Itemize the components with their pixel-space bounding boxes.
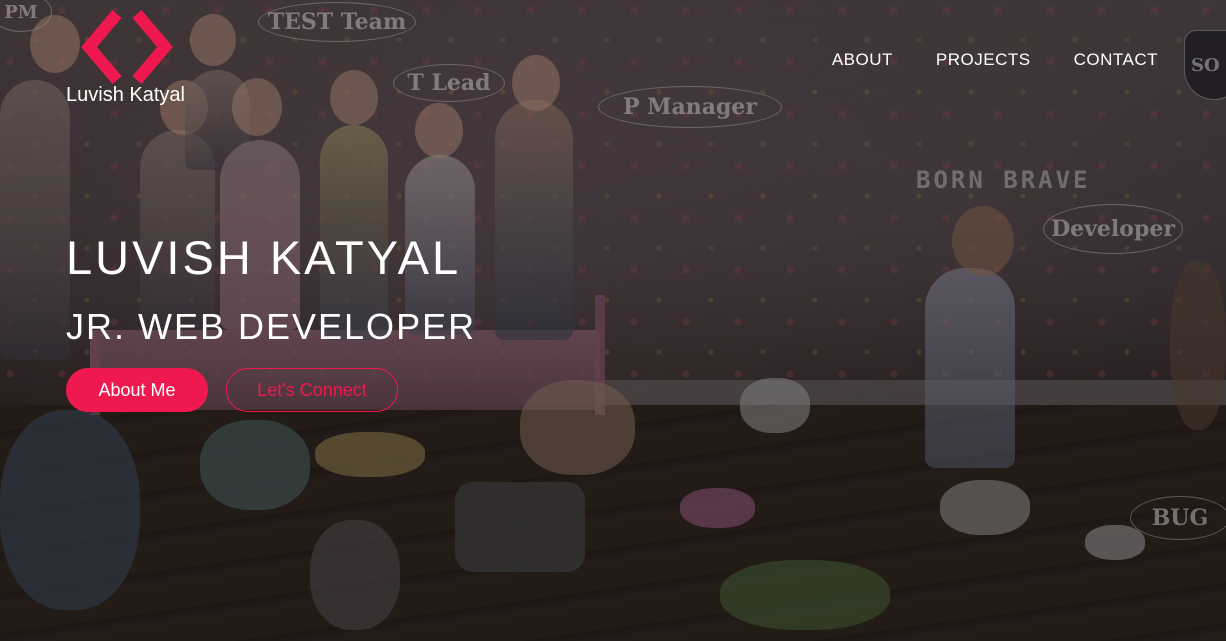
nav-contact[interactable]: CONTACT (1074, 50, 1158, 70)
hero-name: LUVISH KATYAL (66, 231, 462, 284)
lets-connect-button[interactable]: Let's Connect (226, 368, 398, 412)
logo-text: Luvish Katyal (66, 84, 185, 106)
nav-projects[interactable]: PROJECTS (936, 50, 1031, 70)
about-me-button[interactable]: About Me (66, 368, 208, 412)
site-logo[interactable]: Luvish Katyal (66, 10, 196, 110)
main-nav: ABOUT PROJECTS CONTACT (832, 50, 1158, 70)
hero-role: JR. WEB DEVELOPER (66, 306, 477, 347)
nav-about[interactable]: ABOUT (832, 50, 893, 70)
code-brackets-icon (81, 10, 173, 84)
